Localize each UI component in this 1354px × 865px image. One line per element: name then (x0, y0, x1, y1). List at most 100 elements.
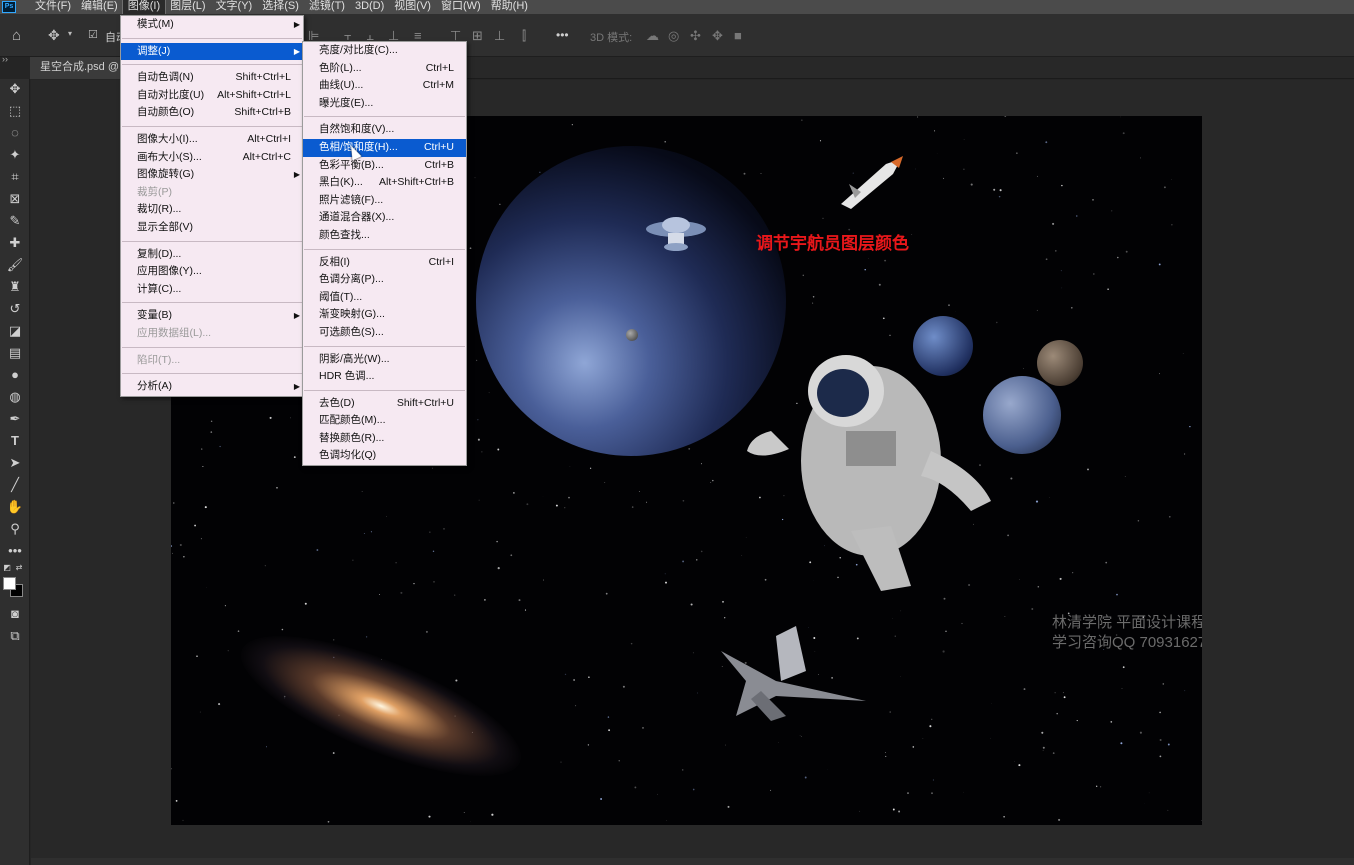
menu-item-image-1-0[interactable]: 调整(J) ▶ (121, 42, 303, 61)
distribute-center-icon[interactable]: ⊞ (472, 28, 483, 44)
menu-item-image-4-0[interactable]: 复制(D)... (121, 246, 303, 264)
menu-item-adjust-1-5[interactable]: 通道混合器(X)... (303, 209, 466, 227)
history-brush-tool-icon[interactable]: ↺ (4, 300, 26, 318)
line-tool-icon[interactable]: ╱ (4, 476, 26, 494)
type-tool-icon[interactable]: T (4, 432, 26, 450)
menu-4-图层[interactable]: 图层(L) (165, 0, 210, 14)
menu-item-image-3-4[interactable]: 裁切(R)... (121, 201, 303, 219)
menu-9-视图[interactable]: 视图(V) (389, 0, 436, 14)
menu-7-滤镜[interactable]: 滤镜(T) (304, 0, 350, 14)
star (884, 752, 886, 753)
slide-3d-icon[interactable]: ✥ (712, 28, 723, 44)
menu-item-adjust-2-1[interactable]: 色调分离(P)... (303, 271, 466, 289)
swap-colors-icon[interactable]: ⇄ (14, 559, 24, 577)
blur-tool-icon[interactable]: ● (4, 366, 26, 384)
menu-item-image-3-5[interactable]: 显示全部(V) (121, 219, 303, 237)
menu-3-图像[interactable]: 图像(I) (121, 0, 167, 15)
orbit-3d-icon[interactable]: ☁ (646, 28, 659, 44)
edit-toolbar-icon[interactable]: ••• (4, 542, 26, 560)
menu-item-adjust-4-2[interactable]: 替换颜色(R)... (303, 430, 466, 448)
distribute-horizontal-icon[interactable]: ⫿ (522, 28, 526, 44)
menu-item-image-4-2[interactable]: 计算(C)... (121, 281, 303, 299)
path-selection-tool-icon[interactable]: ➤ (4, 454, 26, 472)
menu-2-编辑[interactable]: 编辑(E) (76, 0, 123, 14)
menu-item-adjust-2-4[interactable]: 可选颜色(S)... (303, 324, 466, 342)
menu-item-adjust-1-0[interactable]: 自然饱和度(V)... (303, 121, 466, 139)
menu-item-adjust-1-2[interactable]: 色彩平衡(B)... Ctrl+B (303, 157, 466, 175)
home-icon[interactable]: ⌂ (12, 27, 21, 44)
foreground-color-swatch[interactable] (3, 577, 16, 590)
frame-tool-icon[interactable]: ⊠ (4, 190, 26, 208)
default-colors-icon[interactable]: ◩ (2, 559, 12, 577)
menu-item-label: 黑白(K)... (319, 176, 363, 189)
menu-6-选择[interactable]: 选择(S) (257, 0, 304, 14)
menu-item-adjust-3-1[interactable]: HDR 色调... (303, 368, 466, 386)
menu-item-image-4-1[interactable]: 应用图像(Y)... (121, 263, 303, 281)
menu-1-文件[interactable]: 文件(F) (30, 0, 76, 14)
menu-item-label: 计算(C)... (137, 282, 182, 295)
marquee-tool-icon[interactable]: ⬚ (4, 102, 26, 120)
menu-item-adjust-4-3[interactable]: 色调均化(Q) (303, 447, 466, 465)
clone-stamp-tool-icon[interactable]: ♜ (4, 278, 26, 296)
menu-5-文字[interactable]: 文字(Y) (211, 0, 258, 14)
lasso-tool-icon[interactable]: ◌ (4, 124, 26, 142)
crop-tool-icon[interactable]: ⌗ (4, 168, 26, 186)
panel-collapse-icon[interactable]: ›› (2, 54, 8, 64)
menu-item-image-2-0[interactable]: 自动色调(N) Shift+Ctrl+L (121, 69, 303, 87)
star (1116, 593, 1118, 596)
star (363, 533, 365, 535)
camera-3d-icon[interactable]: ■ (734, 28, 742, 43)
menu-item-image-3-0[interactable]: 图像大小(I)... Alt+Ctrl+I (121, 131, 303, 149)
menu-11-帮助[interactable]: 帮助(H) (486, 0, 533, 14)
menu-item-adjust-1-1[interactable]: 色相/饱和度(H)... Ctrl+U (303, 138, 466, 157)
hand-tool-icon[interactable]: ✋ (4, 498, 26, 516)
menu-item-adjust-0-0[interactable]: 亮度/对比度(C)... (303, 42, 466, 60)
star (564, 507, 566, 509)
star (1107, 288, 1109, 290)
star (1159, 373, 1160, 375)
menu-item-adjust-2-2[interactable]: 阈值(T)... (303, 289, 466, 307)
eyedropper-tool-icon[interactable]: ✎ (4, 212, 26, 230)
gradient-tool-icon[interactable]: ▤ (4, 344, 26, 362)
drag-3d-icon[interactable]: ✣ (690, 28, 701, 44)
image-menu-dropdown: 模式(M) ▶ 调整(J) ▶ 自动色调(N) Shift+Ctrl+L 自动对比度(U) A… (120, 15, 304, 397)
menu-10-窗口[interactable]: 窗口(W) (436, 0, 486, 14)
menu-item-image-0-0[interactable]: 模式(M) ▶ (121, 16, 303, 34)
menu-item-image-5-0[interactable]: 变量(B) ▶ (121, 307, 303, 325)
move-tool-preset-icon[interactable]: ✥ (48, 27, 60, 44)
pen-tool-icon[interactable]: ✒ (4, 410, 26, 428)
screen-mode-icon[interactable]: ⧉ (4, 627, 26, 645)
menu-item-adjust-0-3[interactable]: 曝光度(E)... (303, 95, 466, 113)
menu-item-adjust-4-0[interactable]: 去色(D) Shift+Ctrl+U (303, 395, 466, 413)
quick-mask-icon[interactable]: ◙ (4, 605, 26, 623)
eraser-tool-icon[interactable]: ◪ (4, 322, 26, 340)
menu-item-image-2-1[interactable]: 自动对比度(U) Alt+Shift+Ctrl+L (121, 87, 303, 105)
chevron-down-icon[interactable]: ▾ (68, 29, 72, 38)
menu-item-adjust-4-1[interactable]: 匹配颜色(M)... (303, 412, 466, 430)
brush-tool-icon[interactable]: 🖌 (4, 256, 26, 274)
dodge-tool-icon[interactable]: ◍ (4, 388, 26, 406)
menu-item-adjust-3-0[interactable]: 阴影/高光(W)... (303, 351, 466, 369)
zoom-tool-icon[interactable]: ⚲ (4, 520, 26, 538)
menu-8-3d[interactable]: 3D(D) (350, 0, 389, 14)
star (400, 591, 403, 594)
menu-item-adjust-1-4[interactable]: 照片滤镜(F)... (303, 192, 466, 210)
menu-item-image-3-1[interactable]: 画布大小(S)... Alt+Ctrl+C (121, 149, 303, 167)
menu-item-adjust-2-3[interactable]: 渐变映射(G)... (303, 306, 466, 324)
move-tool-icon[interactable]: ✥ (4, 80, 26, 98)
menu-item-image-2-2[interactable]: 自动颜色(O) Shift+Ctrl+B (121, 104, 303, 122)
menu-item-adjust-1-6[interactable]: 颜色查找... (303, 227, 466, 245)
menu-item-adjust-1-3[interactable]: 黑白(K)... Alt+Shift+Ctrl+B (303, 174, 466, 192)
distribute-bottom-icon[interactable]: ⊥ (494, 28, 505, 44)
menu-item-adjust-2-0[interactable]: 反相(I) Ctrl+I (303, 254, 466, 272)
menu-item-adjust-0-1[interactable]: 色阶(L)... Ctrl+L (303, 60, 466, 78)
roll-3d-icon[interactable]: ◎ (668, 28, 679, 44)
menu-item-adjust-0-2[interactable]: 曲线(U)... Ctrl+M (303, 77, 466, 95)
auto-select-checkbox[interactable]: ☑ (88, 28, 98, 41)
more-options-icon[interactable]: ••• (556, 28, 569, 42)
menu-item-image-7-0[interactable]: 分析(A) ▶ (121, 378, 303, 396)
healing-brush-tool-icon[interactable]: ✚ (4, 234, 26, 252)
menu-item-image-3-2[interactable]: 图像旋转(G) ▶ (121, 166, 303, 184)
star (1045, 258, 1048, 261)
magic-wand-tool-icon[interactable]: ✦ (4, 146, 26, 164)
